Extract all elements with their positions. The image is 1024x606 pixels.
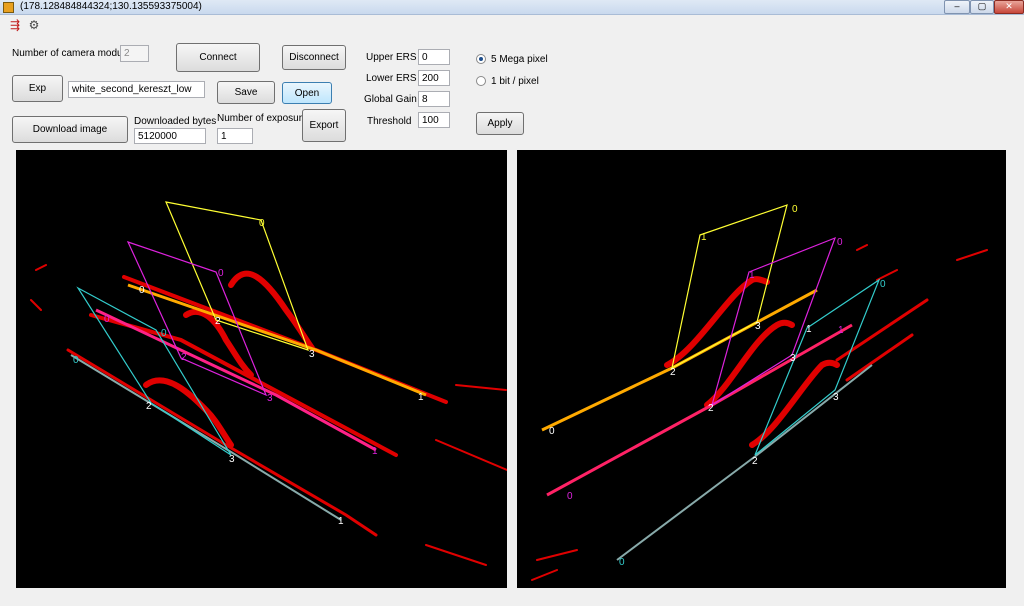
- num-exposures-field[interactable]: 1: [217, 128, 253, 144]
- maximize-button[interactable]: ▢: [970, 0, 994, 14]
- right-cyan-label-2: 2: [752, 456, 758, 467]
- left-cyan-label-2: 2: [146, 401, 152, 412]
- right-camera-view[interactable]: 0 1 2 3 0 0 1 2 3 0 1 0 1 2 3 0: [517, 150, 1006, 588]
- downloaded-bytes-field[interactable]: 5120000: [134, 128, 206, 144]
- global-gain-label: Global Gain: [364, 94, 417, 105]
- right-magenta-label-0b: 0: [567, 491, 573, 502]
- left-yellow-label-1: 1: [418, 392, 424, 403]
- right-cyan-label-0: 0: [880, 279, 886, 290]
- red-laser-curve: [228, 270, 315, 351]
- right-yellow-label-0: 0: [792, 204, 798, 215]
- left-yellow-label-0: 0: [259, 218, 265, 229]
- global-gain-field[interactable]: 8: [418, 91, 450, 107]
- right-cyan-label-0b: 0: [619, 557, 625, 568]
- right-yellow-label-3: 3: [755, 321, 761, 332]
- window-title: (178.128484844324;130.135593375004): [20, 1, 202, 12]
- red-laser-line: [835, 298, 929, 382]
- radio-5-megapixel-label: 5 Mega pixel: [491, 54, 548, 65]
- right-yellow-label-1: 1: [701, 232, 707, 243]
- num-exposures-label: Number of exposures: [217, 113, 313, 124]
- camera-module-label: Number of camera module:: [12, 48, 134, 59]
- right-magenta-label-1: 1: [749, 270, 755, 281]
- cyan-track-line: [70, 354, 342, 521]
- app-icon: [3, 2, 14, 13]
- minimize-button[interactable]: –: [944, 0, 970, 14]
- left-cyan-label-3: 3: [229, 454, 235, 465]
- download-image-button[interactable]: Download image: [12, 116, 128, 143]
- right-magenta-label-3: 3: [790, 353, 796, 364]
- red-laser-curve: [704, 319, 795, 408]
- red-laser-line: [66, 348, 378, 537]
- left-yellow-label-0b: 0: [139, 285, 145, 296]
- connect-button[interactable]: Connect: [176, 43, 260, 72]
- left-magenta-label-1: 1: [372, 446, 378, 457]
- lower-ers-label: Lower ERS: [366, 73, 417, 84]
- right-magenta-label-0: 0: [837, 237, 843, 248]
- camera-module-field[interactable]: 2: [120, 45, 149, 62]
- left-magenta-label-0: 0: [218, 268, 224, 279]
- right-magenta-label-1b: 1: [838, 325, 844, 336]
- disconnect-button[interactable]: Disconnect: [282, 45, 346, 70]
- left-magenta-label-2: 2: [181, 352, 187, 363]
- radio-1-bit-per-pixel[interactable]: [476, 76, 486, 86]
- settings-wand-icon[interactable]: ⇶: [8, 18, 22, 32]
- threshold-field[interactable]: 100: [418, 112, 450, 128]
- left-cyan-label-1: 1: [338, 516, 344, 527]
- lower-ers-field[interactable]: 200: [418, 70, 450, 86]
- downloaded-bytes-label: Downloaded bytes: [134, 116, 217, 127]
- open-button[interactable]: Open: [282, 82, 332, 104]
- exp-button[interactable]: Exp: [12, 75, 63, 102]
- save-button[interactable]: Save: [217, 81, 275, 104]
- magenta-track-line: [546, 323, 853, 497]
- red-noise: [30, 264, 508, 566]
- threshold-label: Threshold: [367, 116, 412, 127]
- export-button[interactable]: Export: [302, 109, 346, 142]
- left-cyan-label-0: 0: [161, 328, 167, 339]
- right-camera-canvas: 0 1 2 3 0 0 1 2 3 0 1 0 1 2 3 0: [531, 204, 988, 581]
- left-camera-view[interactable]: 0 0 2 3 1 0 0 2 3 1 0 0 2 3 1: [16, 150, 508, 588]
- toolbar: ⇶ ⚙: [0, 15, 1024, 35]
- title-bar: (178.128484844324;130.135593375004) – ▢ …: [0, 0, 1024, 15]
- left-camera-canvas: 0 0 2 3 1 0 0 2 3 1 0 0 2 3 1: [30, 201, 508, 566]
- left-yellow-label-3: 3: [309, 349, 315, 360]
- exp-name-field[interactable]: white_second_kereszt_low: [68, 81, 205, 98]
- left-magenta-label-3: 3: [267, 393, 273, 404]
- radio-1-bit-per-pixel-label: 1 bit / pixel: [491, 76, 539, 87]
- magenta-track-line: [95, 308, 377, 452]
- red-laser-curve: [143, 377, 234, 448]
- left-yellow-label-2: 2: [215, 316, 221, 327]
- right-magenta-label-2: 2: [708, 403, 714, 414]
- upper-ers-field[interactable]: 0: [418, 49, 450, 65]
- right-cyan-label-3: 3: [833, 392, 839, 403]
- apply-button[interactable]: Apply: [476, 112, 524, 135]
- right-yellow-label-0b: 0: [549, 426, 555, 437]
- upper-ers-label: Upper ERS: [366, 52, 417, 63]
- right-cyan-label-1: 1: [806, 324, 812, 335]
- radio-5-megapixel[interactable]: [476, 54, 486, 64]
- right-yellow-label-2: 2: [670, 367, 676, 378]
- camera-icon[interactable]: ⚙: [27, 18, 41, 32]
- red-noise: [531, 244, 988, 581]
- left-cyan-label-0b: 0: [73, 355, 79, 366]
- left-magenta-label-0b: 0: [104, 314, 110, 325]
- close-button[interactable]: ✕: [994, 0, 1024, 14]
